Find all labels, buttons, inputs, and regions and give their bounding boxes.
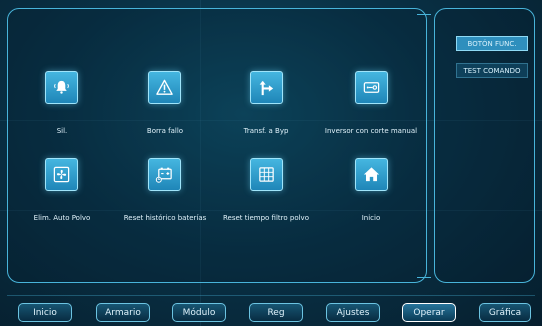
nav-grafica[interactable]: Gráfica	[479, 303, 531, 322]
side-menu-boton-func[interactable]: BOTÓN FUNC.	[456, 36, 528, 51]
nav-armario[interactable]: Armario	[96, 303, 150, 322]
nav-divider	[7, 295, 535, 296]
bypass-arrow-icon	[259, 80, 274, 96]
function-buttons-panel	[7, 8, 427, 283]
nav-inicio[interactable]: Inicio	[18, 303, 72, 322]
auto-dust-removal-button[interactable]	[45, 158, 78, 191]
nav-reg[interactable]: Reg	[249, 303, 303, 322]
reset-battery-history-button[interactable]	[148, 158, 181, 191]
fan-icon	[53, 166, 70, 183]
nav-operar[interactable]: Operar	[402, 303, 456, 322]
warning-triangle-icon	[156, 79, 173, 95]
home-label: Inicio	[361, 214, 381, 222]
home-button[interactable]	[355, 158, 388, 191]
nav-modulo[interactable]: Módulo	[172, 303, 226, 322]
inverter-manual-cut-label: Inversor con corte manual	[324, 127, 418, 135]
panel-corner-tick	[417, 277, 431, 284]
bell-sound-icon	[54, 80, 69, 94]
clear-fault-button[interactable]	[148, 71, 181, 104]
silence-button[interactable]	[45, 71, 78, 104]
ups-operate-screen: BOTÓN FUNC. TEST COMANDO Sil. Borra fall…	[0, 0, 542, 326]
filter-grid-icon	[259, 167, 274, 182]
battery-reset-icon	[155, 167, 172, 183]
side-menu-test-comando[interactable]: TEST COMANDO	[456, 63, 528, 78]
home-icon	[363, 167, 380, 182]
inverter-manual-cut-button[interactable]	[355, 71, 388, 104]
reset-filter-time-button[interactable]	[250, 158, 283, 191]
transfer-bypass-button[interactable]	[250, 71, 283, 104]
nav-ajustes[interactable]: Ajustes	[326, 303, 380, 322]
inverter-switch-icon	[363, 82, 380, 93]
panel-corner-tick	[417, 14, 431, 21]
